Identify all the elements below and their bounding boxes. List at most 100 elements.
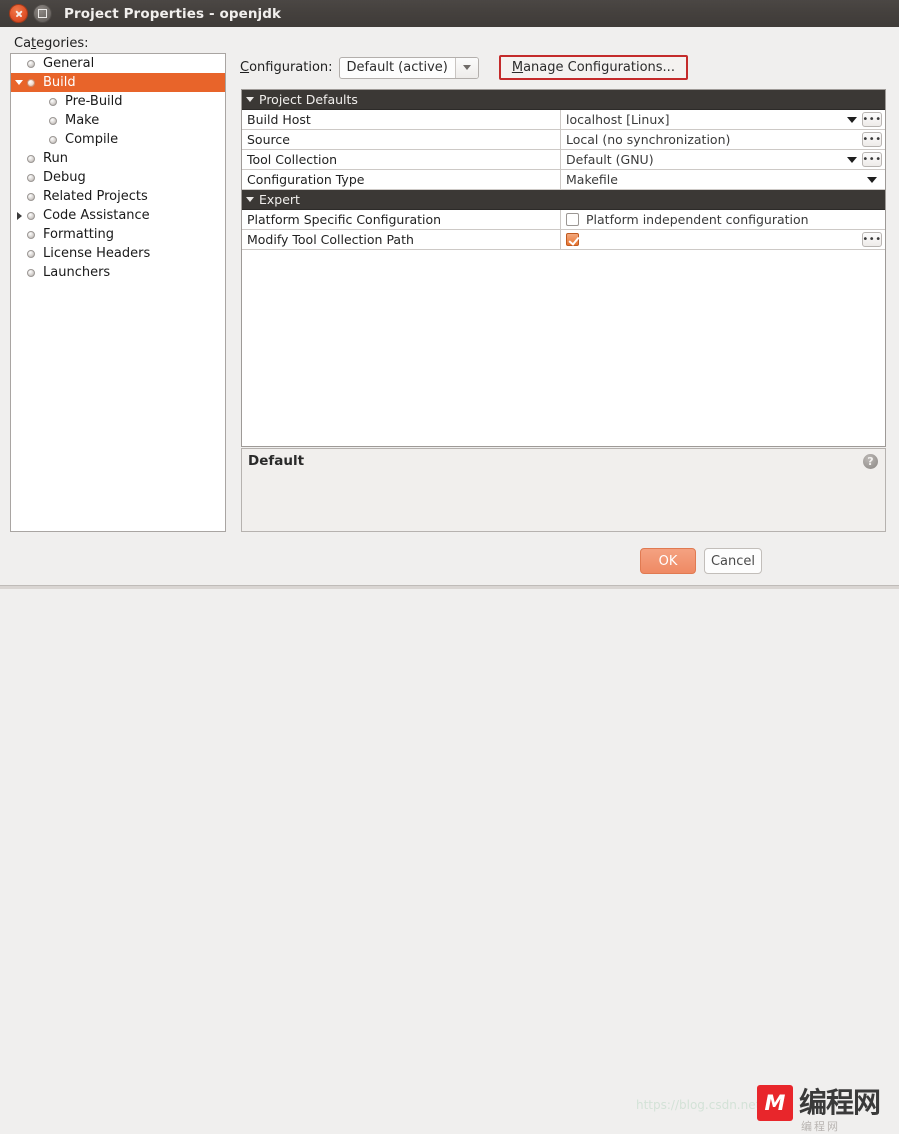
sidebar-item-code-assistance[interactable]: Code Assistance	[11, 206, 225, 225]
property-name-modify-tool-collection-path: Modify Tool Collection Path	[242, 230, 561, 249]
property-row: Source Local (no synchronization) •••	[242, 130, 885, 150]
sidebar-item-related-projects[interactable]: Related Projects	[11, 187, 225, 206]
property-value-source[interactable]: Local (no synchronization) •••	[561, 130, 885, 149]
node-bullet-icon	[27, 211, 35, 220]
chevron-down-icon[interactable]	[454, 57, 478, 78]
sidebar-item-label: Run	[43, 151, 68, 166]
ellipsis-button[interactable]: •••	[862, 152, 882, 167]
ellipsis-button[interactable]: •••	[862, 112, 882, 127]
property-value-configuration-type[interactable]: Makefile	[561, 170, 885, 189]
property-name-build-host: Build Host	[242, 110, 561, 129]
sidebar-item-label: Formatting	[43, 227, 115, 242]
node-bullet-icon	[27, 230, 35, 239]
configuration-label: Configuration:	[240, 60, 333, 75]
property-row: Configuration Type Makefile	[242, 170, 885, 190]
property-row: Platform Specific Configuration Platform …	[242, 210, 885, 230]
sidebar-item-label: Launchers	[43, 265, 111, 280]
categories-tree[interactable]: General Build Pre-Build Make Compile Run Debug…	[10, 53, 226, 532]
sidebar-item-debug[interactable]: Debug	[11, 168, 225, 187]
chevron-down-icon[interactable]	[847, 116, 857, 123]
property-value-modify-tool-collection-path[interactable]: •••	[561, 230, 885, 249]
sidebar-item-formatting[interactable]: Formatting	[11, 225, 225, 244]
node-bullet-icon	[49, 97, 57, 106]
sidebar-item-label: Pre-Build	[65, 94, 123, 109]
help-icon[interactable]: ?	[863, 454, 878, 469]
property-name-platform-specific-configuration: Platform Specific Configuration	[242, 210, 561, 229]
property-group-label: Expert	[259, 192, 300, 207]
properties-table[interactable]: Project Defaults Build Host localhost [Lin…	[241, 89, 886, 447]
chevron-right-icon[interactable]	[11, 211, 27, 220]
property-value-tool-collection[interactable]: Default (GNU) •••	[561, 150, 885, 169]
description-title: Default	[248, 453, 305, 469]
close-icon[interactable]	[9, 4, 28, 23]
property-value-build-host[interactable]: localhost [Linux] •••	[561, 110, 885, 129]
categories-label: Categories:	[14, 36, 89, 51]
ellipsis-button[interactable]: •••	[862, 232, 882, 247]
sidebar-item-run[interactable]: Run	[11, 149, 225, 168]
chevron-down-icon[interactable]	[867, 176, 877, 183]
sidebar-item-compile[interactable]: Compile	[11, 130, 225, 149]
node-bullet-icon	[27, 154, 35, 163]
node-bullet-icon	[27, 78, 35, 87]
property-group-project-defaults[interactable]: Project Defaults	[242, 90, 885, 110]
property-value-text: localhost [Linux]	[566, 112, 670, 127]
property-name-configuration-type: Configuration Type	[242, 170, 561, 189]
property-group-label: Project Defaults	[259, 92, 358, 107]
window-title: Project Properties - openjdk	[64, 5, 282, 22]
site-watermark: M 编程网 编程网	[757, 1085, 881, 1133]
property-value-text: Makefile	[566, 172, 618, 187]
configuration-row: Configuration: Default (active) Manage C…	[240, 55, 688, 80]
sidebar-item-label: Make	[65, 113, 100, 128]
sidebar-item-label: General	[43, 56, 95, 71]
dialog-footer: https://blog.csdn.net OK Cancel M 编程网 编程…	[0, 544, 899, 1133]
chevron-down-icon[interactable]	[246, 97, 254, 102]
maximize-icon[interactable]	[33, 4, 52, 23]
checkbox-platform-specific-configuration[interactable]	[566, 213, 579, 226]
ok-button[interactable]: OK	[640, 548, 696, 574]
property-name-tool-collection: Tool Collection	[242, 150, 561, 169]
sidebar-item-label: Compile	[65, 132, 119, 147]
property-value-text: Local (no synchronization)	[566, 132, 731, 147]
chevron-down-icon[interactable]	[11, 80, 27, 85]
sidebar-item-launchers[interactable]: Launchers	[11, 263, 225, 282]
sidebar-item-label: Debug	[43, 170, 86, 185]
sidebar-item-make[interactable]: Make	[11, 111, 225, 130]
manage-configurations-button[interactable]: Manage Configurations...	[498, 55, 688, 80]
node-bullet-icon	[49, 135, 57, 144]
sidebar-item-license-headers[interactable]: License Headers	[11, 244, 225, 263]
configuration-select[interactable]: Default (active)	[338, 56, 479, 79]
node-bullet-icon	[27, 192, 35, 201]
property-group-expert[interactable]: Expert	[242, 190, 885, 210]
node-bullet-icon	[27, 268, 35, 277]
description-panel: Default ?	[241, 448, 886, 532]
property-row: Build Host localhost [Linux] •••	[242, 110, 885, 130]
window-bottom-edge	[0, 585, 899, 589]
sidebar-item-general[interactable]: General	[11, 54, 225, 73]
url-watermark: https://blog.csdn.net	[636, 1098, 761, 1112]
property-value-platform-specific-configuration[interactable]: Platform independent configuration	[561, 210, 885, 229]
checkbox-modify-tool-collection-path[interactable]	[566, 233, 579, 246]
cancel-button[interactable]: Cancel	[704, 548, 762, 574]
sidebar-item-pre-build[interactable]: Pre-Build	[11, 92, 225, 111]
window-titlebar: Project Properties - openjdk	[0, 0, 899, 27]
sidebar-item-label: License Headers	[43, 246, 151, 261]
property-name-source: Source	[242, 130, 561, 149]
site-watermark-logo-icon: M	[757, 1085, 793, 1121]
chevron-down-icon[interactable]	[847, 156, 857, 163]
property-row: Modify Tool Collection Path •••	[242, 230, 885, 250]
site-watermark-subtext: 编程网	[801, 1120, 840, 1133]
site-watermark-text: 编程网	[799, 1086, 881, 1119]
sidebar-item-label: Build	[43, 75, 76, 90]
node-bullet-icon	[27, 249, 35, 258]
sidebar-item-build[interactable]: Build	[11, 73, 225, 92]
configuration-value: Default (active)	[346, 60, 448, 75]
node-bullet-icon	[27, 59, 35, 68]
property-value-text: Default (GNU)	[566, 152, 654, 167]
property-row: Tool Collection Default (GNU) •••	[242, 150, 885, 170]
node-bullet-icon	[49, 116, 57, 125]
ellipsis-button[interactable]: •••	[862, 132, 882, 147]
sidebar-item-label: Related Projects	[43, 189, 148, 204]
node-bullet-icon	[27, 173, 35, 182]
chevron-down-icon[interactable]	[246, 197, 254, 202]
sidebar-item-label: Code Assistance	[43, 208, 150, 223]
